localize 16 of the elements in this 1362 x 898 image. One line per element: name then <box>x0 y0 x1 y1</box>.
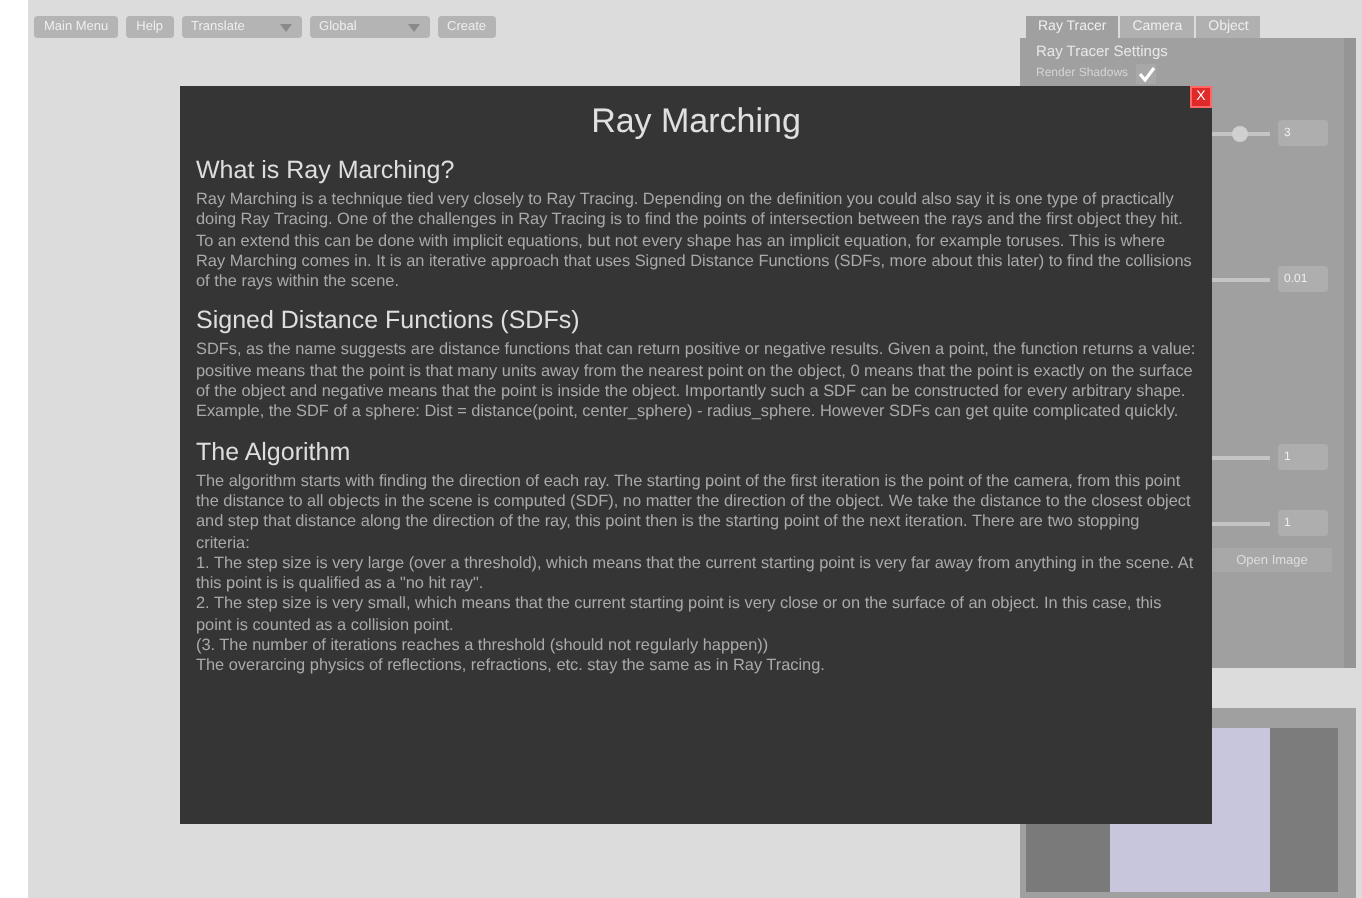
paragraph: 2. The step size is very small, which means that the current starting point is very close or on the surface of an object. In this case, this point is counted as a collision point. <box>196 594 1164 637</box>
paragraph: 1. The step size is very large (over a threshold), which means that the current starting point is very far away from anything in the scene. At this point is is qualified as a "no hit ray". <box>196 553 1196 595</box>
paragraph: The overarcing physics of reflections, refractions, etc. stay the same as in Ray Tracing. <box>196 656 827 678</box>
paragraph: Example, the SDF of a sphere: Dist = distance(point, center_sphere) - radius_sphere. However SDFs can get quite complicated quickly. <box>196 402 1181 424</box>
checkbox[interactable] <box>1136 64 1157 84</box>
section-heading: Signed Distance Functions (SDFs) <box>196 306 582 335</box>
section-heading: What is Ray Marching? <box>196 156 457 184</box>
paragraph: Ray Marching is a technique tied very closely to Ray Tracing. Depending on the definition you could also say it is one type of practically doing Ray Tracing. One of the challenges in Ray Tracing is to find the points of intersection between the rays and the first object they hit. To an extend this can be done with implicit equations, but not every shape has an implicit equation, for example toruses. This is where Ray Marching comes in. It is an iterative approach that uses Signed Distance Functions (SDFs, more about this later) to find the collisions of the rays within the scene. <box>196 190 1194 293</box>
paragraph: The algorithm starts with finding the direction of each ray. The starting point of the first iteration is the point of the camera, from this point the distance to all objects in the scene is computed (SDF), no matter the direction of the object. We take the distance to the closest object and step that distance along the direction of the ray, this point then is the starting point of the next iteration. There are two stopping criteria: <box>196 471 1193 554</box>
paragraph: SDFs, as the name suggests are distance functions that can return positive or negative results. Given a point, the function returns a value: positive means that the point is that many units away from the nearest point on the object, 0 means that the point is exactly on the surface of the object and negative means that the point is inside the object. Importantly such a SDF can be constructed for every arbitrary shape. <box>196 340 1196 403</box>
caret-icon <box>407 23 420 31</box>
paragraph: (3. The number of iterations reaches a threshold (should not regularly happen)) <box>196 636 771 657</box>
slider-thumb[interactable] <box>1231 125 1247 141</box>
section-heading: The Algorithm <box>196 437 353 466</box>
dialog-title: Ray Marching <box>589 102 803 142</box>
caret-icon <box>279 23 292 31</box>
